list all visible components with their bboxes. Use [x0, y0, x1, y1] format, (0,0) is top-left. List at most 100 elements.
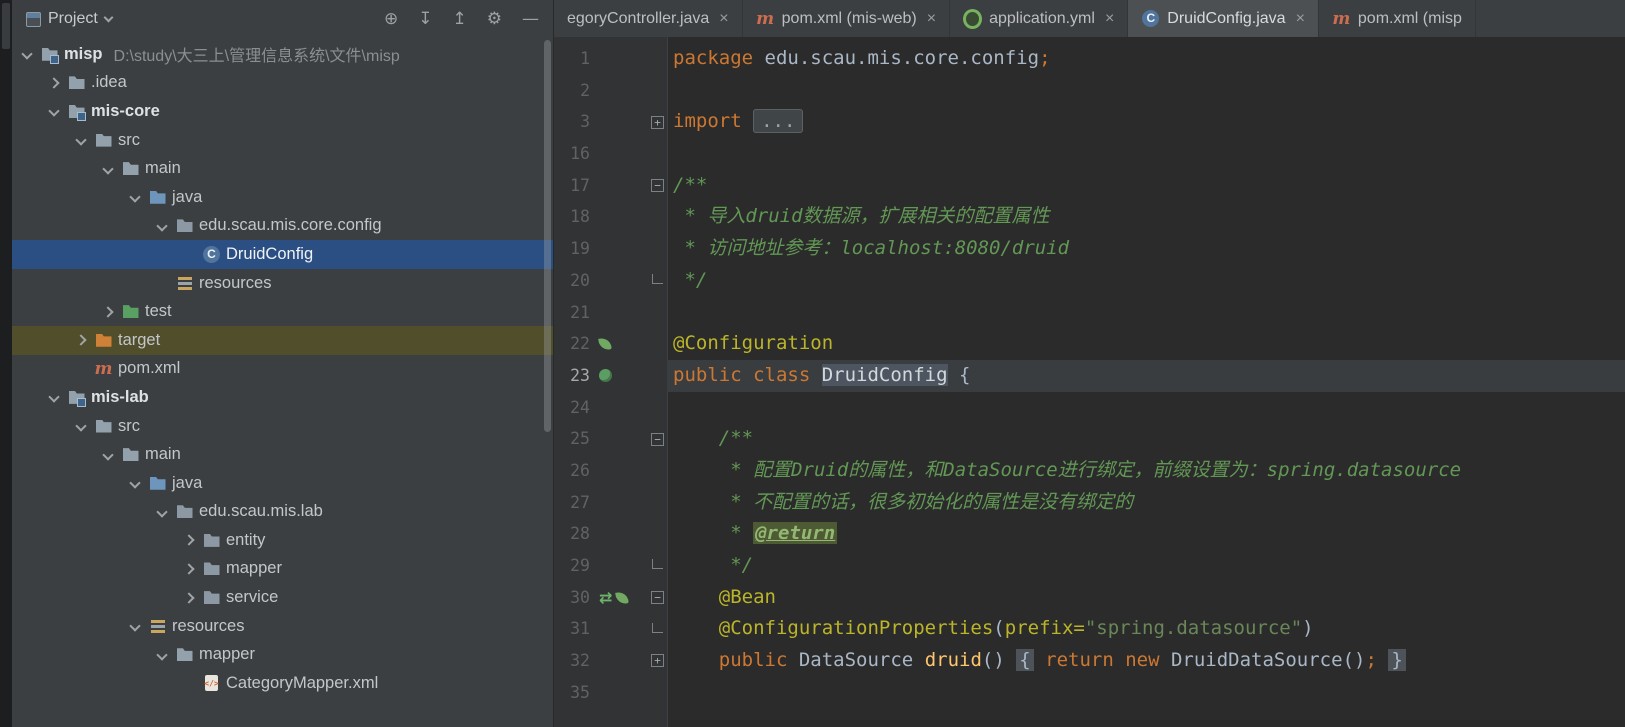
- project-tree-scrollbar[interactable]: [544, 40, 551, 432]
- tab-application-yml[interactable]: application.yml ×: [950, 0, 1129, 37]
- chevron-expanded-icon[interactable]: [99, 448, 116, 461]
- code-line-21[interactable]: 21: [554, 297, 1625, 329]
- tree-item-test[interactable]: test: [12, 297, 553, 326]
- tree-item-mapper[interactable]: mapper: [12, 555, 553, 584]
- chevron-collapsed-icon[interactable]: [180, 591, 197, 604]
- spring-leaf-icon[interactable]: [615, 590, 630, 605]
- code-line-1[interactable]: 1 package edu.scau.mis.core.config;: [554, 43, 1625, 75]
- code-line-31[interactable]: 31 @ConfigurationProperties(prefix="spri…: [554, 613, 1625, 645]
- code-text[interactable]: package edu.scau.mis.core.config;: [667, 43, 1625, 75]
- code-text[interactable]: [667, 75, 1625, 107]
- chevron-expanded-icon[interactable]: [153, 506, 170, 518]
- code-text[interactable]: public DataSource druid() { return new D…: [667, 645, 1625, 677]
- tab-pom-xml-mis-web[interactable]: pom.xml (mis-web) ×: [743, 0, 951, 37]
- code-line-32[interactable]: 32 + public DataSource druid() { return n…: [554, 645, 1625, 677]
- code-text[interactable]: * @return: [667, 518, 1625, 550]
- code-text[interactable]: */: [667, 550, 1625, 582]
- project-view-selector[interactable]: Project: [26, 10, 114, 28]
- tree-item-src[interactable]: src: [12, 126, 553, 155]
- collapse-all-icon[interactable]: ↥: [453, 10, 467, 28]
- chevron-collapsed-icon[interactable]: [180, 534, 197, 547]
- tab-pom-xml-misp[interactable]: pom.xml (misp: [1319, 0, 1476, 37]
- code-text[interactable]: * 不配置的话，很多初始化的属性是没有绑定的: [667, 487, 1625, 519]
- code-text[interactable]: @Configuration: [667, 328, 1625, 360]
- tree-item-pom-xml[interactable]: pom.xml: [12, 355, 553, 384]
- tree-item-main[interactable]: main: [12, 440, 553, 469]
- tree-item-service[interactable]: service: [12, 583, 553, 612]
- code-text[interactable]: import ...: [667, 106, 1625, 138]
- code-line-20[interactable]: 20 */: [554, 265, 1625, 297]
- code-line-24[interactable]: 24: [554, 392, 1625, 424]
- fold-collapse-icon[interactable]: −: [651, 432, 664, 446]
- code-text[interactable]: [667, 297, 1625, 329]
- tab-druidconfig-java[interactable]: DruidConfig.java ×: [1128, 0, 1319, 37]
- code-line-17[interactable]: 17 −/**: [554, 170, 1625, 202]
- chevron-expanded-icon[interactable]: [45, 105, 62, 118]
- chevron-expanded-icon[interactable]: [153, 649, 170, 661]
- chevron-expanded-icon[interactable]: [72, 420, 89, 432]
- tree-item-resources[interactable]: resources: [12, 269, 553, 298]
- chevron-expanded-icon[interactable]: [18, 48, 35, 60]
- code-line-3[interactable]: 3 + import ...: [554, 106, 1625, 138]
- code-text[interactable]: @Bean: [667, 582, 1625, 614]
- tree-item-java[interactable]: java: [12, 469, 553, 498]
- tree-item-mapper[interactable]: mapper: [12, 640, 553, 669]
- tree-item-idea[interactable]: .idea: [12, 69, 553, 98]
- close-tab-icon[interactable]: ×: [927, 10, 936, 28]
- tree-item-misp[interactable]: misp D:\study\大三上\管理信息系统\文件\misp: [12, 40, 553, 69]
- code-line-29[interactable]: 29 */: [554, 550, 1625, 582]
- chevron-expanded-icon[interactable]: [126, 191, 143, 203]
- tree-item-main[interactable]: main: [12, 154, 553, 183]
- tree-item-edu-scau-mis-lab[interactable]: edu.scau.mis.lab: [12, 498, 553, 527]
- code-line-35[interactable]: 35: [554, 677, 1625, 709]
- tree-item-mis-core[interactable]: mis-core: [12, 97, 553, 126]
- fold-expand-icon[interactable]: +: [651, 654, 664, 668]
- code-line-27[interactable]: 27 * 不配置的话，很多初始化的属性是没有绑定的: [554, 487, 1625, 519]
- tree-item-categorymapper-xml[interactable]: CategoryMapper.xml: [12, 669, 553, 698]
- navigate-bean-icon[interactable]: ⇄: [599, 589, 612, 606]
- code-text[interactable]: * 访问地址参考：localhost:8080/druid: [667, 233, 1625, 265]
- code-text[interactable]: [667, 392, 1625, 424]
- fold-collapse-icon[interactable]: −: [651, 591, 664, 605]
- code-text[interactable]: */: [667, 265, 1625, 297]
- code-line-25[interactable]: 25 − /**: [554, 423, 1625, 455]
- chevron-collapsed-icon[interactable]: [72, 334, 89, 346]
- code-text[interactable]: * 配置Druid的属性，和DataSource进行绑定，前缀设置为：sprin…: [667, 455, 1625, 487]
- tree-item-src[interactable]: src: [12, 412, 553, 441]
- code-text[interactable]: * 导入druid数据源，扩展相关的配置属性: [667, 201, 1625, 233]
- chevron-expanded-icon[interactable]: [126, 477, 143, 489]
- chevron-expanded-icon[interactable]: [153, 220, 170, 232]
- fold-collapse-icon[interactable]: −: [651, 179, 664, 193]
- code-line-26[interactable]: 26 * 配置Druid的属性，和DataSource进行绑定，前缀设置为：sp…: [554, 455, 1625, 487]
- hide-panel-icon[interactable]: —: [522, 10, 539, 28]
- tree-item-druidconfig[interactable]: DruidConfig: [12, 240, 553, 269]
- close-tab-icon[interactable]: ×: [719, 10, 728, 28]
- project-tool-button[interactable]: [2, 3, 10, 49]
- tab-egorycontroller-java[interactable]: egoryController.java ×: [554, 0, 743, 37]
- spring-bean-icon[interactable]: [599, 369, 612, 383]
- code-text[interactable]: @ConfigurationProperties(prefix="spring.…: [667, 613, 1625, 645]
- code-line-16[interactable]: 16: [554, 138, 1625, 170]
- tree-item-mis-lab[interactable]: mis-lab: [12, 383, 553, 412]
- code-text[interactable]: public class DruidConfig {: [667, 359, 1625, 392]
- chevron-collapsed-icon[interactable]: [99, 305, 116, 318]
- locate-file-icon[interactable]: ⊕: [384, 10, 398, 28]
- close-tab-icon[interactable]: ×: [1105, 10, 1114, 28]
- spring-leaf-icon[interactable]: [598, 337, 612, 351]
- chevron-expanded-icon[interactable]: [126, 620, 143, 632]
- fold-end-icon[interactable]: [652, 622, 663, 633]
- chevron-collapsed-icon[interactable]: [45, 77, 62, 89]
- code-line-2[interactable]: 2: [554, 75, 1625, 107]
- close-tab-icon[interactable]: ×: [1296, 10, 1305, 28]
- code-text[interactable]: [667, 677, 1625, 709]
- tree-item-edu-scau-mis-core-config[interactable]: edu.scau.mis.core.config: [12, 212, 553, 241]
- chevron-expanded-icon[interactable]: [99, 163, 116, 175]
- code-text[interactable]: /**: [667, 170, 1625, 202]
- code-line-23[interactable]: 23 public class DruidConfig {: [554, 359, 1625, 392]
- code-line-28[interactable]: 28 * @return: [554, 518, 1625, 550]
- code-line-30[interactable]: 30 ⇄ − @Bean: [554, 582, 1625, 614]
- scroll-to-source-icon[interactable]: ↧: [418, 10, 432, 28]
- tree-item-resources[interactable]: resources: [12, 612, 553, 641]
- code-text[interactable]: [667, 138, 1625, 170]
- fold-end-icon[interactable]: [652, 559, 663, 570]
